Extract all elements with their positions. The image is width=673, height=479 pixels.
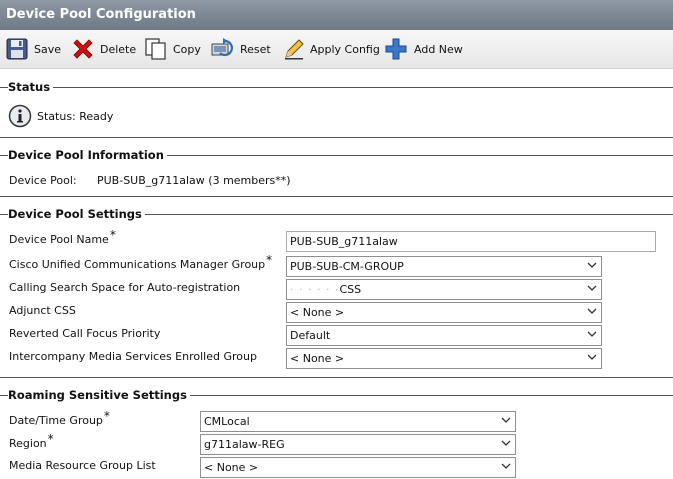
region-label: Region*: [9, 432, 54, 450]
delete-button[interactable]: Delete: [71, 37, 137, 63]
region-value: g711alaw-REG: [204, 438, 285, 451]
status-text: Status: Ready: [37, 110, 114, 123]
chevron-down-icon: [587, 329, 597, 339]
status-divider: [0, 87, 673, 88]
add-icon: [385, 38, 407, 60]
region-select[interactable]: g711alaw-REG: [200, 434, 516, 455]
device-pool-value: PUB-SUB_g711alaw (3 members**): [97, 174, 291, 187]
device-pool-name-input[interactable]: PUB-SUB_g711alaw: [286, 231, 656, 252]
adjunct-css-select[interactable]: < None >: [286, 302, 602, 323]
adjunct-css-label: Adjunct CSS: [9, 304, 76, 317]
apply-config-label: Apply Config: [310, 43, 380, 56]
device-pool-name-label: Device Pool Name*: [9, 228, 116, 246]
apply-config-button[interactable]: Apply Config: [282, 37, 380, 63]
media-resource-group-list-value: < None >: [204, 461, 259, 474]
date-time-group-label: Date/Time Group*: [9, 409, 110, 427]
chevron-down-icon: [587, 306, 597, 316]
settings-section-title: Device Pool Settings: [8, 207, 145, 221]
css-value-redacted: · · · · · ·: [290, 283, 340, 296]
device-pool-label: Device Pool:: [9, 174, 77, 187]
copy-icon: [145, 38, 166, 60]
add-new-label: Add New: [414, 43, 463, 56]
reset-button[interactable]: Reset: [211, 37, 271, 63]
intercompany-media-select[interactable]: < None >: [286, 348, 602, 369]
reverted-call-focus-value: Default: [290, 329, 331, 342]
roaming-section-title: Roaming Sensitive Settings: [8, 388, 190, 402]
copy-button[interactable]: Copy: [144, 37, 202, 63]
info-section-title: Device Pool Information: [8, 148, 167, 162]
css-value: CSS: [339, 283, 362, 296]
reset-label: Reset: [240, 43, 271, 56]
roaming-top-rule: [0, 377, 673, 378]
chevron-down-icon: [501, 438, 511, 448]
css-auto-registration-select[interactable]: · · · · · ·CSS: [286, 279, 602, 300]
cucm-group-label: Cisco Unified Communications Manager Gro…: [9, 253, 273, 271]
intercompany-media-value: < None >: [290, 352, 345, 365]
cucm-group-value: PUB-SUB-CM-GROUP: [290, 260, 404, 273]
save-button[interactable]: Save: [5, 37, 63, 63]
page-title: Device Pool Configuration: [0, 0, 673, 30]
chevron-down-icon: [587, 260, 597, 270]
info-icon: [8, 104, 32, 128]
reverted-call-focus-label: Reverted Call Focus Priority: [9, 327, 161, 340]
adjunct-css-value: < None >: [290, 306, 345, 319]
delete-label: Delete: [100, 43, 137, 56]
save-icon: [6, 38, 28, 60]
settings-top-rule: [0, 196, 673, 197]
chevron-down-icon: [501, 461, 511, 471]
date-time-group-value: CMLocal: [204, 415, 250, 428]
apply-config-icon: [285, 39, 304, 60]
add-new-button[interactable]: Add New: [384, 37, 464, 63]
chevron-down-icon: [587, 283, 597, 293]
reset-icon: [211, 38, 233, 57]
info-top-rule: [0, 137, 673, 138]
chevron-down-icon: [501, 415, 511, 425]
delete-icon: [73, 39, 93, 59]
chevron-down-icon: [587, 352, 597, 362]
date-time-group-select[interactable]: CMLocal: [200, 411, 516, 432]
cucm-group-select[interactable]: PUB-SUB-CM-GROUP: [286, 256, 602, 277]
css-auto-registration-label: Calling Search Space for Auto-registrati…: [9, 281, 241, 294]
reverted-call-focus-select[interactable]: Default: [286, 325, 602, 346]
toolbar: Save Delete Copy Reset Apply Config Add …: [0, 30, 673, 69]
status-section-title: Status: [8, 80, 54, 94]
intercompany-media-label: Intercompany Media Services Enrolled Gro…: [9, 350, 257, 363]
copy-label: Copy: [173, 43, 201, 56]
media-resource-group-list-label: Media Resource Group List: [9, 459, 156, 472]
save-label: Save: [34, 43, 62, 56]
media-resource-group-list-select[interactable]: < None >: [200, 457, 516, 478]
